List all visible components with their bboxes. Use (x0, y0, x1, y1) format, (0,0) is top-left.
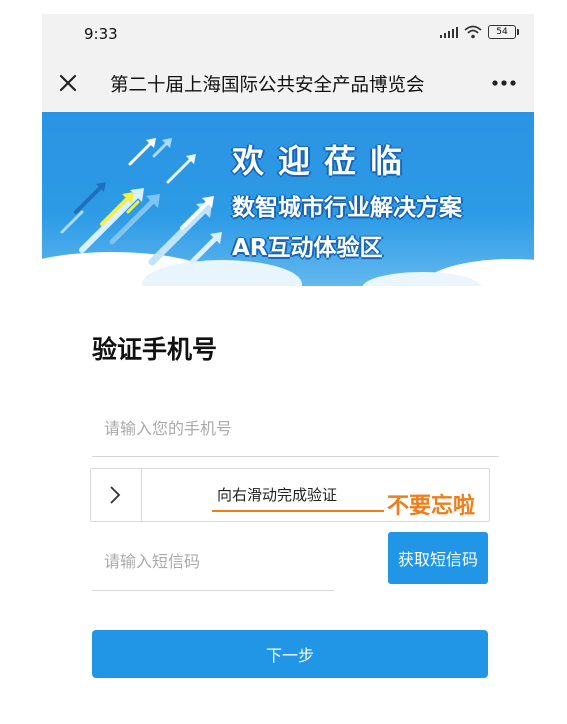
close-icon[interactable] (56, 71, 80, 95)
banner-welcome-text: 欢迎莅临 (232, 142, 417, 180)
slider-handle[interactable] (91, 469, 142, 521)
slider-hint-text: 向右滑动完成验证 (217, 486, 338, 504)
page-title: 验证手机号 (92, 335, 218, 364)
nav-bar: 第二十届上海国际公共安全产品博览会 (42, 54, 534, 112)
status-bar: 9:33 54 (42, 14, 534, 54)
battery-icon: 54 (488, 25, 519, 39)
banner-solution-text: 数智城市行业解决方案 (232, 195, 462, 221)
get-sms-code-button[interactable]: 获取短信码 (388, 532, 488, 584)
status-icons: 54 (440, 25, 519, 39)
status-time: 9:33 (84, 25, 118, 43)
chevron-right-icon (110, 486, 121, 504)
annotation-text: 不要忘啦 (387, 494, 476, 519)
annotation-underline (212, 510, 384, 512)
page-title-bar: 第二十届上海国际公共安全产品博览会 (110, 75, 425, 96)
more-icon[interactable] (490, 71, 518, 95)
signal-icon (440, 26, 458, 38)
welcome-banner: 欢迎莅临 数智城市行业解决方案 AR互动体验区 (42, 112, 534, 286)
phone-screen: 9:33 54 第二十届上海国际公共安全产品博览会 欢迎莅临 数智城市行业解决方… (42, 0, 534, 724)
next-step-button[interactable]: 下一步 (92, 630, 488, 678)
wifi-icon (464, 25, 482, 39)
phone-number-input[interactable] (92, 400, 499, 457)
banner-ar-text: AR互动体验区 (232, 235, 383, 261)
sms-code-input[interactable] (92, 532, 334, 591)
